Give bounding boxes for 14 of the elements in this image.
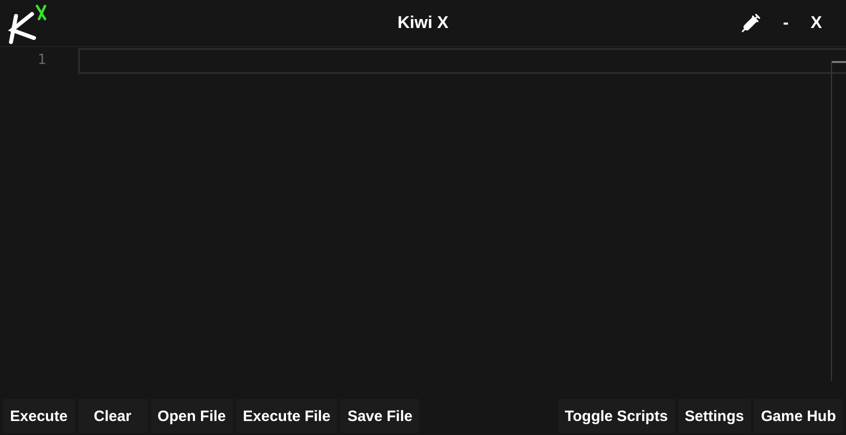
toolbar-button[interactable]: Settings xyxy=(678,399,751,433)
close-button[interactable]: X xyxy=(806,11,826,35)
toolbar-button[interactable]: Execute File xyxy=(236,399,338,433)
window-title: Kiwi X xyxy=(398,13,448,33)
toolbar-button[interactable]: Execute xyxy=(3,399,75,433)
toolbar-button[interactable]: Save File xyxy=(340,399,420,433)
line-number: 1 xyxy=(38,51,47,70)
minimize-button[interactable]: - xyxy=(778,11,793,35)
scrollbar[interactable] xyxy=(831,61,832,381)
toolbar-button[interactable]: Game Hub xyxy=(754,399,843,433)
toolbar-button[interactable]: Clear xyxy=(78,399,148,433)
toolbar-button[interactable]: Toggle Scripts xyxy=(558,399,675,433)
toolbar-button[interactable]: Open File xyxy=(150,399,233,433)
scroll-thumb[interactable] xyxy=(832,61,846,63)
